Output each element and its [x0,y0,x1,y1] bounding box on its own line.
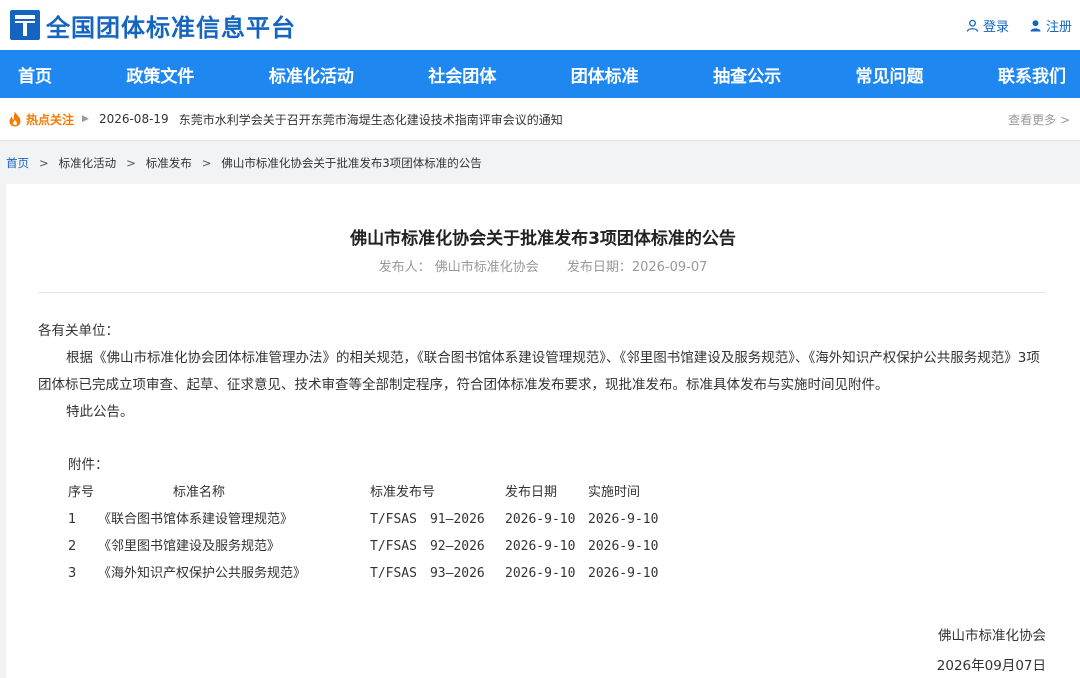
cell-index: 2 [68,539,77,554]
cell-index: 1 [68,512,77,527]
col-header-release-date: 发布日期 [505,485,558,500]
nav-home[interactable]: 首页 [18,62,52,87]
hot-news-bar: 热点关注 ▶ 2026-08-19 东莞市水利学会关于召开东莞市海堤生态化建设技… [0,98,1080,141]
site-logo[interactable]: 全国团体标准信息平台 [10,8,296,43]
nav-social-groups[interactable]: 社会团体 [428,62,496,87]
user-outline-icon [966,19,979,32]
nav-policy[interactable]: 政策文件 [126,62,194,87]
signature: 佛山市标准化协会 [938,628,1046,644]
article-panel: 佛山市标准化协会关于批准发布3项团体标准的公告 发布人： 佛山市标准化协会 发布… [6,184,1080,678]
cell-effective-date: 2026-9-10 [588,539,659,554]
cell-name: 《海外知识产权保护公共服务规范》 [98,566,307,581]
flame-icon [9,111,21,127]
col-header-effective-date: 实施时间 [588,485,641,500]
article-body: 各有关单位： 根据《佛山市标准化协会团体标准管理办法》的相关规范，《联合图书馆体… [38,318,1048,587]
breadcrumb-separator: > [39,156,49,170]
col-header-index: 序号 [68,485,95,500]
breadcrumb: 首页 > 标准化活动 > 标准发布 > 佛山市标准化协会关于批准发布3项团体标准… [0,141,1080,185]
breadcrumb-separator: > [126,156,136,170]
register-link[interactable]: 注册 [1029,16,1072,35]
user-links: 登录 注册 [946,16,1072,35]
triangle-right-icon: ▶ [82,114,89,124]
cell-number: T/FSAS 92—2026 [370,539,485,554]
standards-table: 序号 标准名称 标准发布号 发布日期 实施时间 1 《联合图书馆体系建设管理规范… [68,479,668,587]
hot-label: 热点关注 [26,112,75,127]
main-nav: 首页 政策文件 标准化活动 社会团体 团体标准 抽查公示 常见问题 联系我们 [0,50,1080,98]
cell-number: T/FSAS 93—2026 [370,566,485,581]
user-filled-icon [1030,19,1041,32]
attachment-label: 附件： [68,457,109,473]
nav-standardization[interactable]: 标准化活动 [269,62,354,87]
table-row: 3 《海外知识产权保护公共服务规范》 T/FSAS 93—2026 2026-9… [68,560,668,587]
article-meta: 发布人： 佛山市标准化协会 发布日期：2026-09-07 [6,256,1080,275]
login-label: 登录 [982,19,1009,35]
cell-number: T/FSAS 91—2026 [370,512,485,527]
cell-release-date: 2026-9-10 [505,512,576,527]
top-header: 全国团体标准信息平台 登录 注册 [0,0,1080,50]
breadcrumb-separator: > [201,156,212,170]
salutation: 各有关单位： [38,323,119,339]
nav-inspection[interactable]: 抽查公示 [713,62,781,87]
attachment-section: 附件： 序号 标准名称 标准发布号 发布日期 实施时间 1 《联合图书馆体系建设… [38,452,1048,587]
view-more-link[interactable]: 查看更多 > [1008,111,1070,128]
article-title: 佛山市标准化协会关于批准发布3项团体标准的公告 [350,229,736,249]
main-paragraph: 根据《佛山市标准化协会团体标准管理办法》的相关规范，《联合图书馆体系建设管理规范… [38,350,1040,393]
cell-name: 《邻里图书馆建设及服务规范》 [98,539,281,554]
nav-group-standards[interactable]: 团体标准 [571,62,639,87]
breadcrumb-standardization[interactable]: 标准化活动 [59,155,117,171]
cell-effective-date: 2026-9-10 [588,512,659,527]
nav-faq[interactable]: 常见问题 [856,62,924,87]
table-row: 2 《邻里图书馆建设及服务规范》 T/FSAS 92—2026 2026-9-1… [68,533,668,560]
hot-news-link[interactable]: 东莞市水利学会关于召开东莞市海堤生态化建设技术指南评审会议的通知 [179,111,1008,128]
col-header-number: 标准发布号 [370,485,436,500]
cell-release-date: 2026-9-10 [505,539,576,554]
nav-contact[interactable]: 联系我们 [998,62,1066,87]
breadcrumb-standard-release[interactable]: 标准发布 [146,155,192,171]
breadcrumb-current: 佛山市标准化协会关于批准发布3项团体标准的公告 [221,156,482,170]
hot-date: 2026-08-19 [98,112,169,126]
register-label: 注册 [1045,19,1072,35]
login-link[interactable]: 登录 [966,16,1009,35]
breadcrumb-home[interactable]: 首页 [6,155,29,171]
cell-release-date: 2026-9-10 [505,566,576,581]
col-header-name: 标准名称 [173,485,226,500]
divider [38,292,1046,293]
publisher: 发布人： 佛山市标准化协会 [378,260,539,275]
logo-icon [10,10,40,40]
publish-date: 发布日期：2026-09-07 [566,260,708,275]
site-title: 全国团体标准信息平台 [46,13,296,42]
cell-name: 《联合图书馆体系建设管理规范》 [98,512,294,527]
closing-text: 特此公告。 [66,404,134,420]
signature-date: 2026年09月07日 [936,658,1046,674]
table-header-row: 序号 标准名称 标准发布号 发布日期 实施时间 [68,479,668,506]
cell-effective-date: 2026-9-10 [588,566,659,581]
table-row: 1 《联合图书馆体系建设管理规范》 T/FSAS 91—2026 2026-9-… [68,506,668,533]
cell-index: 3 [68,566,77,581]
